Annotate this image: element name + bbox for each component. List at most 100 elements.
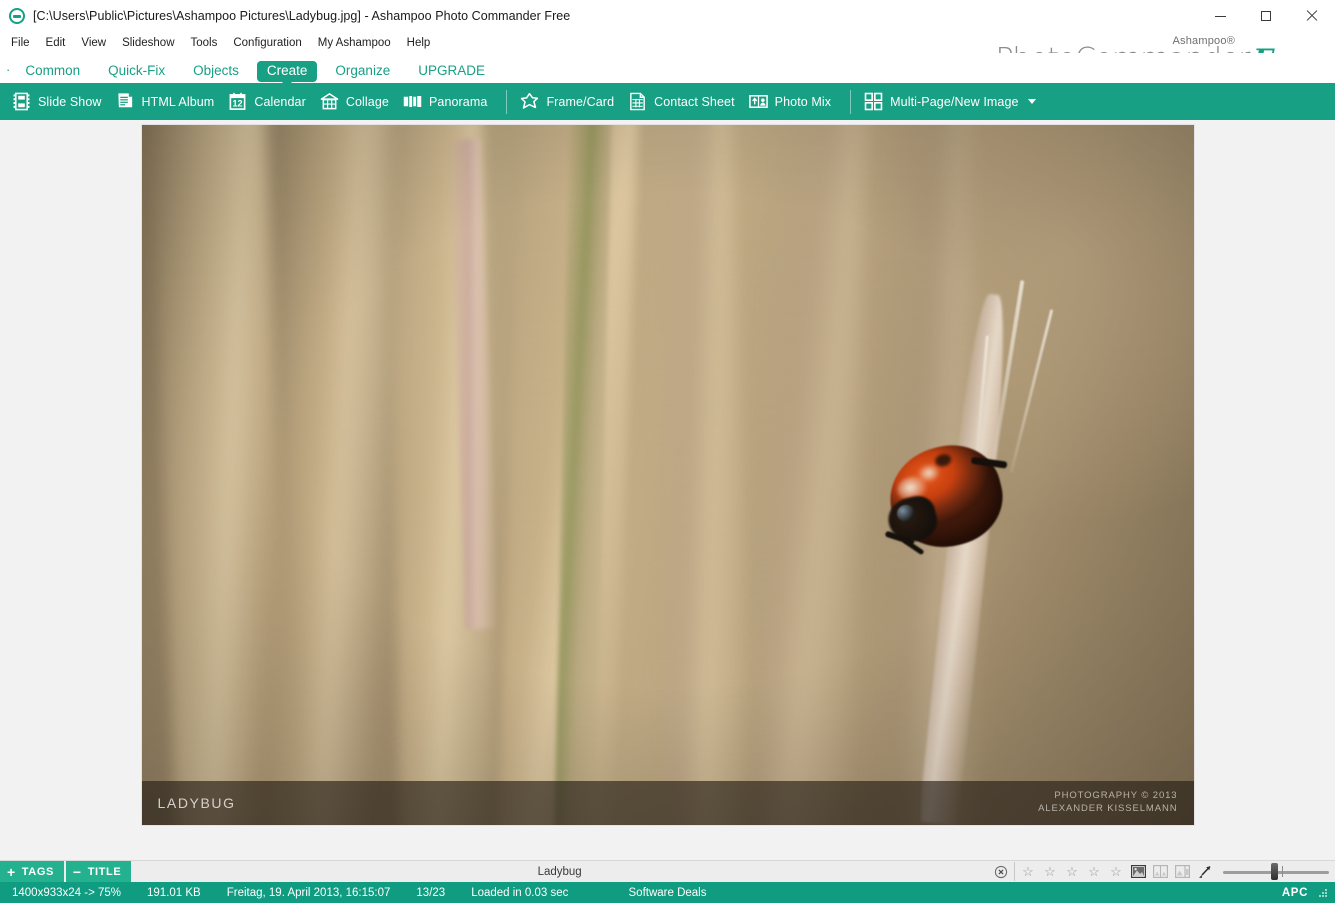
rating-star-5[interactable]: ☆ bbox=[1105, 862, 1127, 881]
tag-bar-controls: ☆ ☆ ☆ ☆ ☆ bbox=[988, 861, 1335, 882]
menu-item-edit[interactable]: Edit bbox=[46, 37, 66, 49]
toolbar-label-html-album: HTML Album bbox=[141, 94, 215, 109]
minimize-button[interactable] bbox=[1197, 0, 1243, 32]
photo-mix-icon bbox=[748, 95, 768, 108]
tab-common[interactable]: Common bbox=[15, 61, 90, 82]
status-position: 13/23 bbox=[416, 886, 446, 899]
clear-title-button[interactable] bbox=[988, 862, 1015, 881]
application-window: [C:\Users\Public\Pictures\Ashampoo Pictu… bbox=[0, 0, 1335, 903]
ribbon-toolbar: Slide Show HTML Album 12 Calendar Collag… bbox=[0, 83, 1335, 120]
photo-caption-title: LADYBUG bbox=[157, 795, 236, 811]
star-icon: ☆ bbox=[1066, 864, 1078, 879]
toolbar-button-calendar[interactable]: 12 Calendar bbox=[224, 87, 315, 116]
svg-text:12: 12 bbox=[233, 99, 243, 109]
split-view-horizontal-icon bbox=[1174, 865, 1190, 878]
clear-circle-x-icon bbox=[994, 865, 1008, 878]
photo-credit-line-2: ALEXANDER KISSELMANN bbox=[1038, 803, 1178, 814]
rating-star-1[interactable]: ☆ bbox=[1017, 862, 1039, 881]
multi-page-icon bbox=[864, 92, 883, 111]
grass-stalk bbox=[268, 125, 394, 825]
software-deals-link[interactable]: Software Deals bbox=[629, 887, 707, 899]
toolbar-button-collage[interactable]: Collage bbox=[316, 87, 398, 116]
status-datetime: Freitag, 19. April 2013, 16:15:07 bbox=[226, 886, 391, 899]
menu-item-slideshow[interactable]: Slideshow bbox=[122, 37, 174, 49]
close-icon bbox=[1306, 10, 1318, 22]
title-input[interactable]: Ladybug bbox=[131, 861, 988, 882]
menu-item-my-ashampoo[interactable]: My Ashampoo bbox=[318, 37, 391, 49]
rating-star-2[interactable]: ☆ bbox=[1039, 862, 1061, 881]
toolbar-separator-2 bbox=[850, 89, 852, 114]
toolbar-separator-1 bbox=[506, 89, 508, 114]
grass-stalk bbox=[755, 125, 864, 825]
toolbar-button-html-album[interactable]: HTML Album bbox=[112, 87, 224, 116]
toolbar-label-slide-show: Slide Show bbox=[38, 94, 102, 109]
menu-item-help[interactable]: Help bbox=[407, 37, 431, 49]
close-button[interactable] bbox=[1289, 0, 1335, 32]
zoom-slider-thumb[interactable] bbox=[1270, 863, 1278, 880]
title-bar: [C:\Users\Public\Pictures\Ashampoo Pictu… bbox=[0, 0, 1335, 32]
tab-create[interactable]: Create bbox=[256, 61, 318, 88]
image-canvas[interactable]: LADYBUG PHOTOGRAPHY © 2013 ALEXANDER KIS… bbox=[0, 120, 1335, 860]
rating-star-3[interactable]: ☆ bbox=[1061, 862, 1083, 881]
menu-item-view[interactable]: View bbox=[81, 37, 106, 49]
status-right-group: APC bbox=[1282, 887, 1335, 899]
photo-caption-bar: LADYBUG PHOTOGRAPHY © 2013 ALEXANDER KIS… bbox=[141, 781, 1194, 825]
title-toggle-button[interactable]: − TITLE bbox=[65, 861, 132, 882]
toolbar-button-photo-mix[interactable]: Photo Mix bbox=[745, 87, 840, 116]
toolbar-label-contact-sheet: Contact Sheet bbox=[654, 94, 735, 109]
window-controls bbox=[1197, 0, 1335, 32]
add-tags-button[interactable]: + TAGS bbox=[0, 861, 64, 882]
star-icon: ☆ bbox=[1110, 864, 1122, 879]
star-icon: ☆ bbox=[1044, 864, 1056, 879]
maximize-button[interactable] bbox=[1243, 0, 1289, 32]
chevron-down-icon[interactable] bbox=[1027, 99, 1036, 104]
toolbar-label-frame-card: Frame/Card bbox=[546, 94, 615, 109]
resize-grip-icon[interactable] bbox=[1317, 887, 1329, 899]
menu-item-configuration[interactable]: Configuration bbox=[233, 37, 301, 49]
contact-sheet-icon bbox=[630, 92, 645, 111]
calendar-icon: 12 bbox=[229, 92, 246, 110]
menu-item-file[interactable]: File bbox=[11, 37, 30, 49]
minus-icon: − bbox=[72, 863, 82, 880]
tab-organize[interactable]: Organize bbox=[325, 61, 400, 82]
single-image-view-icon bbox=[1130, 865, 1146, 878]
photo-viewer[interactable]: LADYBUG PHOTOGRAPHY © 2013 ALEXANDER KIS… bbox=[141, 125, 1194, 825]
tab-quick-fix[interactable]: Quick-Fix bbox=[98, 61, 175, 82]
panorama-bars-icon bbox=[403, 95, 422, 108]
tab-objects[interactable]: Objects bbox=[183, 61, 249, 82]
title-toggle-label: TITLE bbox=[87, 865, 122, 878]
single-image-view-button[interactable] bbox=[1127, 862, 1149, 881]
fit-to-window-button[interactable] bbox=[1193, 862, 1215, 881]
toolbar-label-collage: Collage bbox=[345, 94, 389, 109]
minimize-icon bbox=[1214, 15, 1226, 17]
toolbar-button-panorama[interactable]: Panorama bbox=[399, 87, 496, 116]
rating-star-4[interactable]: ☆ bbox=[1083, 862, 1105, 881]
star-icon: ☆ bbox=[1088, 864, 1100, 879]
fit-to-window-icon bbox=[1198, 865, 1211, 878]
toolbar-button-contact-sheet[interactable]: Contact Sheet bbox=[624, 87, 744, 116]
tab-upgrade[interactable]: UPGRADE bbox=[408, 61, 495, 82]
photo-credit: PHOTOGRAPHY © 2013 ALEXANDER KISSELMANN bbox=[1038, 790, 1177, 816]
status-dimensions: 1400x933x24 -> 75% bbox=[12, 886, 122, 899]
status-bar: 1400x933x24 -> 75% 191.01 KB Freitag, 19… bbox=[0, 882, 1335, 903]
toolbar-button-slide-show[interactable]: Slide Show bbox=[8, 87, 111, 116]
frame-card-star-icon bbox=[521, 92, 539, 109]
tag-title-bar: + TAGS − TITLE Ladybug ☆ ☆ ☆ ☆ ☆ bbox=[0, 860, 1335, 882]
menu-item-tools[interactable]: Tools bbox=[191, 37, 218, 49]
plus-icon: + bbox=[7, 863, 16, 880]
add-tags-label: TAGS bbox=[21, 865, 54, 878]
star-icon: ☆ bbox=[1022, 864, 1034, 879]
toolbar-label-multi-page-new-image: Multi-Page/New Image bbox=[890, 94, 1019, 109]
collage-grid-icon bbox=[320, 93, 339, 110]
split-view-horizontal-button[interactable] bbox=[1171, 862, 1193, 881]
toolbar-button-multi-page-new-image[interactable]: Multi-Page/New Image bbox=[860, 87, 1044, 116]
maximize-icon bbox=[1261, 11, 1271, 21]
toolbar-button-frame-card[interactable]: Frame/Card bbox=[516, 87, 623, 116]
title-value: Ladybug bbox=[537, 865, 582, 878]
zoom-slider[interactable] bbox=[1223, 862, 1329, 881]
zoom-slider-tick bbox=[1282, 866, 1284, 877]
split-view-vertical-button[interactable] bbox=[1149, 862, 1171, 881]
toolbar-label-calendar: Calendar bbox=[254, 94, 306, 109]
status-filesize: 191.01 KB bbox=[147, 886, 201, 899]
menu-bar: File Edit View Slideshow Tools Configura… bbox=[0, 32, 1335, 53]
